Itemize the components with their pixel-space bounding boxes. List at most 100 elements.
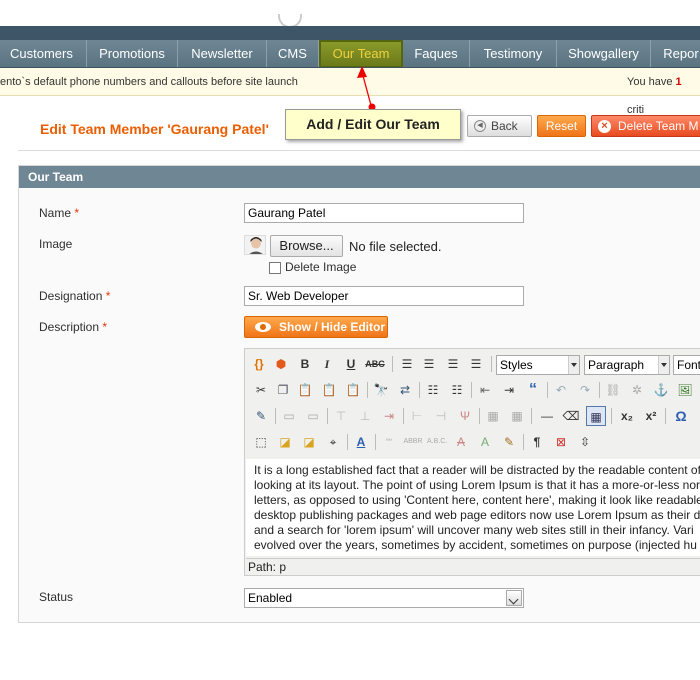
reset-button[interactable]: Reset — [537, 115, 586, 137]
delete-image-checkbox[interactable] — [269, 262, 281, 274]
toolbar-separator — [665, 408, 666, 424]
outdent-icon[interactable]: ⇤ — [475, 380, 495, 400]
delete-row-icon[interactable]: ⇥ — [379, 406, 399, 426]
delete-button[interactable]: × Delete Team M — [591, 115, 700, 137]
insertion-icon[interactable]: A — [475, 432, 495, 452]
designation-input[interactable] — [244, 286, 524, 306]
table-icon[interactable]: ▦ — [586, 406, 606, 426]
system-notice: ento`s default phone numbers and callout… — [0, 68, 700, 116]
move-forward-icon[interactable]: ◪ — [299, 432, 319, 452]
unlink-icon[interactable]: ✲ — [627, 380, 647, 400]
page-break-icon[interactable]: ⇳ — [575, 432, 595, 452]
subscript-icon[interactable]: x₂ — [617, 406, 637, 426]
nav-item-cms[interactable]: CMS — [267, 40, 319, 67]
show-hide-editor-button[interactable]: Show / Hide Editor — [244, 316, 388, 338]
link-icon[interactable]: ⛓ — [603, 380, 623, 400]
toolbar-row-1: {} ⬢ B I U ABC ☰ ☰ ☰ ☰ Styles Paragraph … — [247, 352, 700, 376]
italic-icon[interactable]: I — [317, 354, 337, 374]
content-line: letters, as opposed to using 'Content he… — [254, 493, 700, 507]
underline-icon[interactable]: U — [341, 354, 361, 374]
blockquote-icon[interactable]: “ — [523, 380, 543, 400]
fieldset-title: Our Team — [19, 166, 700, 188]
insert-layer-icon[interactable]: ◪ — [275, 432, 295, 452]
cite-icon[interactable]: ““ — [379, 432, 399, 452]
cleanup-icon[interactable]: ✎ — [251, 406, 271, 426]
copy-icon[interactable]: ❐ — [273, 380, 293, 400]
non-breaking-icon[interactable]: ⊠ — [551, 432, 571, 452]
editor-content[interactable]: It is a long established fact that a rea… — [246, 459, 700, 556]
absolute-position-icon[interactable]: ⌖ — [323, 432, 343, 452]
horizontal-rule-icon[interactable]: — — [537, 406, 557, 426]
merge-cells-icon[interactable]: ▦ — [507, 406, 527, 426]
styles-select[interactable]: Styles — [496, 355, 580, 375]
align-right-icon[interactable]: ☰ — [443, 354, 463, 374]
nav-item-our-team[interactable]: Our Team — [319, 40, 403, 67]
nav-item-customers[interactable]: Customers — [0, 40, 87, 67]
nav-item-showgallery[interactable]: Showgallery — [557, 40, 651, 67]
attributes-icon[interactable]: ✎ — [499, 432, 519, 452]
replace-icon[interactable]: ⇄ — [395, 380, 415, 400]
numbered-list-icon[interactable]: ☷ — [447, 380, 467, 400]
content-line: and a search for 'lorem ipsum' will unco… — [254, 523, 694, 537]
nav-item-testimony[interactable]: Testimony — [470, 40, 557, 67]
toolbar-separator — [531, 408, 532, 424]
nav-item-newsletter[interactable]: Newsletter — [178, 40, 267, 67]
col-before-icon[interactable]: ⊢ — [407, 406, 427, 426]
split-cells-icon[interactable]: ▦ — [483, 406, 503, 426]
image-thumbnail[interactable] — [244, 235, 266, 255]
abbreviation-icon[interactable]: ABBR — [403, 432, 423, 452]
nav-item-promotions[interactable]: Promotions — [87, 40, 178, 67]
eye-icon — [255, 322, 271, 332]
toolbar-separator — [547, 382, 548, 398]
browse-button[interactable]: Browse... — [270, 235, 343, 257]
redo-icon[interactable]: ↷ — [575, 380, 595, 400]
toolbar-row-4: ⬚ ◪ ◪ ⌖ A ““ ABBR A.B.C. A A ✎ ¶ ⊠ ⇳ — [247, 430, 700, 454]
visual-aid-icon[interactable]: ⬚ — [251, 432, 271, 452]
bold-icon[interactable]: B — [295, 354, 315, 374]
row-props-icon[interactable]: ▭ — [279, 406, 299, 426]
name-input[interactable] — [244, 203, 524, 223]
toolbar-separator — [275, 408, 276, 424]
cell-props-icon[interactable]: ▭ — [303, 406, 323, 426]
cut-icon[interactable]: ✂ — [251, 380, 271, 400]
toolbar-separator — [523, 434, 524, 450]
back-button[interactable]: ◀ Back — [467, 115, 532, 137]
page-title: Edit Team Member 'Gaurang Patel' — [40, 121, 269, 137]
styles-icon[interactable]: A — [351, 432, 371, 452]
special-char-icon[interactable]: Ω — [671, 406, 691, 426]
widget-icon[interactable]: {} — [249, 354, 269, 374]
annotation-callout: Add / Edit Our Team — [285, 109, 461, 140]
find-icon[interactable]: 🔭 — [371, 380, 391, 400]
toolbar-separator — [599, 382, 600, 398]
remove-format-icon[interactable]: ⌫ — [561, 406, 581, 426]
justify-icon[interactable]: ☰ — [466, 354, 486, 374]
toolbar-row-3: ✎ ▭ ▭ ⊤ ⊥ ⇥ ⊢ ⊣ Ψ ▦ ▦ — ⌫ ▦ x₂ x² Ω — [247, 404, 700, 428]
magento-icon[interactable]: ⬢ — [271, 354, 291, 374]
font-family-select[interactable]: Font f — [673, 355, 700, 375]
indent-icon[interactable]: ⇥ — [499, 380, 519, 400]
col-after-icon[interactable]: ⊣ — [431, 406, 451, 426]
align-center-icon[interactable]: ☰ — [419, 354, 439, 374]
nav-item-reports[interactable]: Repor — [651, 40, 700, 67]
row-before-icon[interactable]: ⊤ — [331, 406, 351, 426]
acronym-icon[interactable]: A.B.C. — [427, 432, 447, 452]
undo-icon[interactable]: ↶ — [551, 380, 571, 400]
row-after-icon[interactable]: ⊥ — [355, 406, 375, 426]
superscript-icon[interactable]: x² — [641, 406, 661, 426]
deletion-icon[interactable]: A — [451, 432, 471, 452]
strikethrough-icon[interactable]: ABC — [365, 354, 385, 374]
format-select[interactable]: Paragraph — [584, 355, 670, 375]
status-select[interactable]: Enabled — [244, 588, 524, 608]
delete-col-icon[interactable]: Ψ — [455, 406, 475, 426]
image-insert-icon[interactable]: 🖼 — [675, 380, 695, 400]
paste-word-icon[interactable]: 📋 — [343, 380, 363, 400]
nav-item-faques[interactable]: Faques — [403, 40, 470, 67]
toolbar-separator — [367, 382, 368, 398]
anchor-icon[interactable]: ⚓ — [651, 380, 671, 400]
show-blocks-icon[interactable]: ¶ — [527, 432, 547, 452]
paste-text-icon[interactable]: 📋 — [319, 380, 339, 400]
align-left-icon[interactable]: ☰ — [397, 354, 417, 374]
bullet-list-icon[interactable]: ☷ — [423, 380, 443, 400]
editor-path-bar: Path: p — [246, 558, 700, 575]
paste-icon[interactable]: 📋 — [295, 380, 315, 400]
